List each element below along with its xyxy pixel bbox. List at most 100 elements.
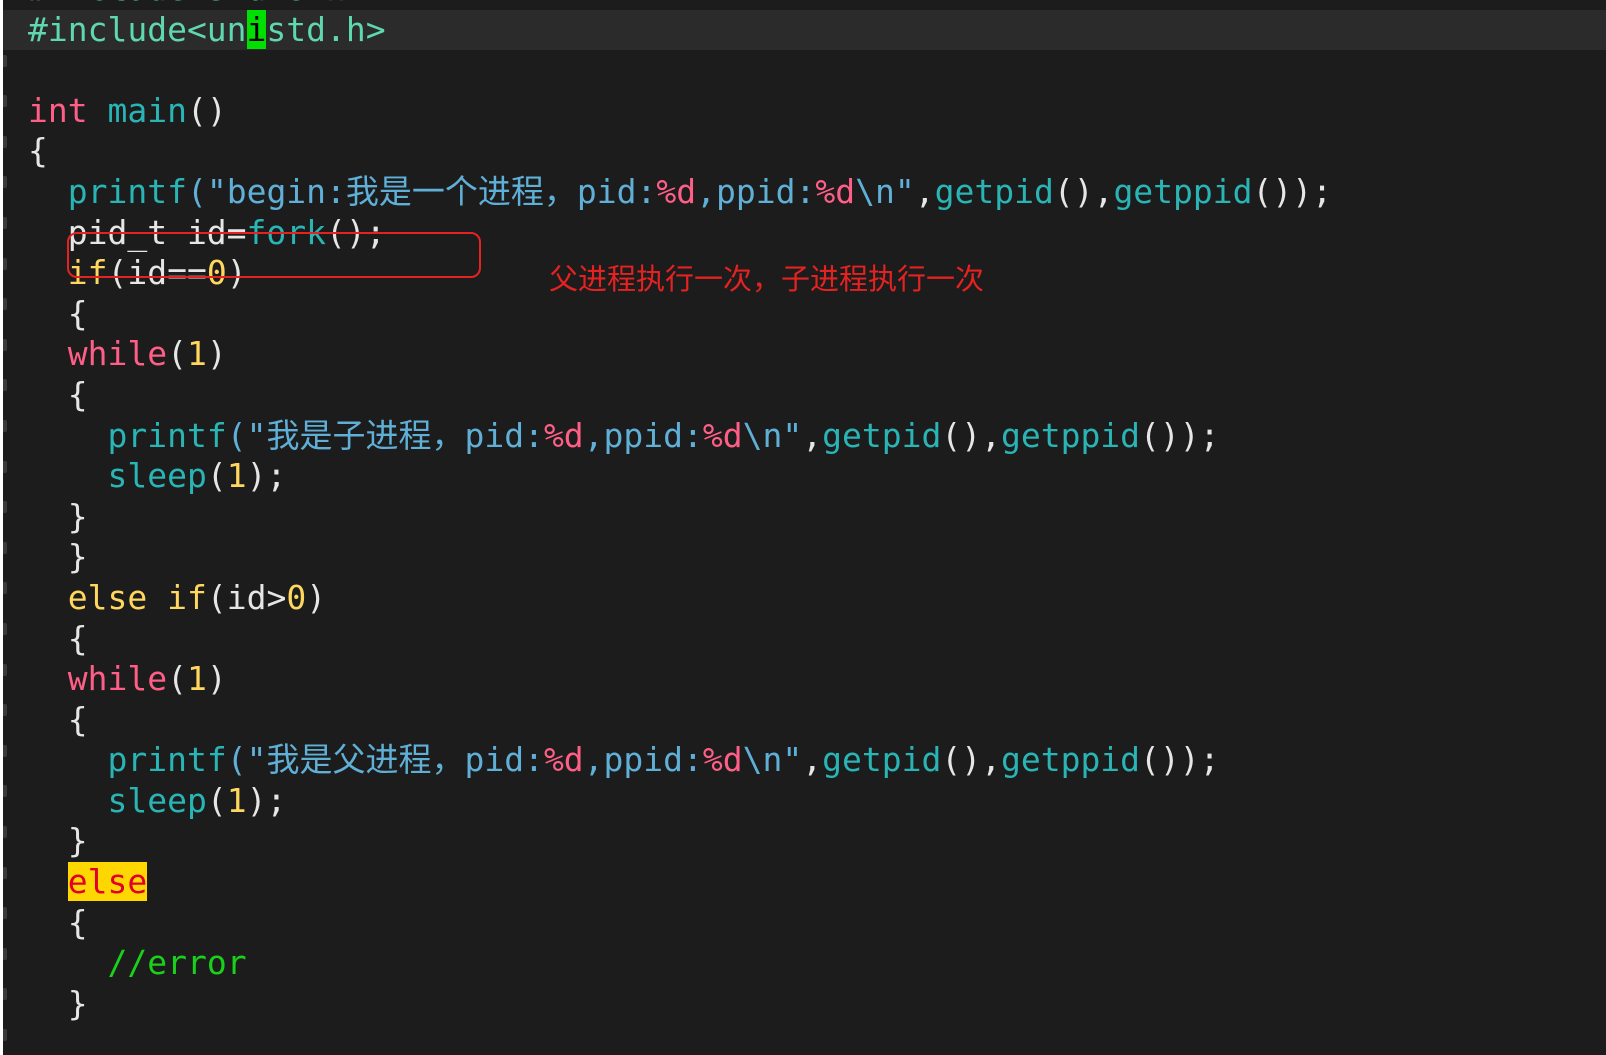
code-token: getppid [1000,740,1141,780]
code-token: %d [702,740,743,780]
code-token: pid: [464,740,544,780]
code-token: printf [67,171,187,211]
code-token: , [802,415,823,455]
code-token: 1 [226,456,247,496]
code-token: pid_t id= [28,212,247,252]
code-token: 我是子进程， [266,415,465,455]
code-token: } [28,537,88,577]
code-line[interactable]: pid_t id=fork(); [3,213,1606,254]
code-line[interactable]: else [3,862,1606,903]
code-token: (id> [206,577,287,617]
code-line[interactable]: sleep(1); [3,781,1606,822]
code-token: getpid [822,415,942,455]
code-line[interactable]: while(1) [3,334,1606,375]
code-token: fork [246,212,327,252]
search-match: else [67,862,148,902]
code-token: ); [246,780,287,820]
code-token: printf [107,415,227,455]
code-token: \n" [855,171,915,211]
code-token: %d [815,171,856,211]
text-cursor: i [246,9,267,49]
code-line[interactable]: //error [3,943,1606,984]
code-line[interactable]: int main() [3,91,1606,132]
code-token: { [28,618,88,658]
code-line[interactable]: #include<unistd.h> [3,9,1606,51]
code-line[interactable]: printf("begin:我是一个进程，pid:%d,ppid:%d\n",g… [3,172,1606,213]
screenshot: #include<stdio.h>#include<unistd.h> int … [0,0,1606,1055]
code-line[interactable]: { [3,619,1606,660]
code-line[interactable]: { [3,700,1606,741]
code-token: ) [306,577,327,617]
code-token: , [802,740,823,780]
code-token: ) [206,334,227,374]
code-token: //error [107,943,247,983]
code-line[interactable] [3,50,1606,91]
code-line[interactable]: printf("我是子进程，pid:%d,ppid:%d\n",getpid()… [3,416,1606,457]
code-token: printf [107,740,227,780]
code-token: (id== [107,253,207,293]
code-token: (), [941,415,1001,455]
code-token: sleep [107,780,207,820]
code-token: ( [167,334,187,374]
code-token: () [186,90,227,130]
code-line[interactable]: } [3,537,1606,578]
code-token: ,ppid: [583,740,703,780]
code-token: ,ppid: [583,415,703,455]
code-token: getppid [1113,171,1253,211]
code-token: ) [226,253,247,293]
code-line[interactable]: } [3,984,1606,1025]
code-token: } [28,821,88,861]
code-token: 0 [286,577,307,617]
code-token: main [107,90,187,130]
code-token: } [28,496,88,536]
code-line[interactable]: { [3,375,1606,416]
code-line[interactable]: else if(id>0) [3,578,1606,619]
code-line[interactable]: } [3,821,1606,862]
code-token: std.h> [266,9,386,49]
code-token: (" [226,415,267,455]
code-token: %d [543,415,584,455]
code-line[interactable]: printf("我是父进程，pid:%d,ppid:%d\n",getpid()… [3,740,1606,781]
code-token: { [28,374,88,414]
code-token: 我是父进程， [266,740,465,780]
code-token: \n" [742,740,803,780]
code-token: #include<stdio.h> [28,0,366,8]
code-token: if [167,577,207,617]
code-token: %d [702,415,743,455]
code-token: pid: [576,171,657,211]
code-line[interactable]: #include<stdio.h> [3,0,1606,10]
code-token: ("begin: [186,171,346,211]
code-token: (); [326,212,386,252]
vim-editor[interactable]: #include<stdio.h>#include<unistd.h> int … [3,0,1606,1055]
code-line[interactable]: sleep(1); [3,456,1606,497]
code-token: if [67,253,108,293]
code-line[interactable]: while(1) [3,659,1606,700]
code-token: { [28,293,88,333]
code-line[interactable]: { [3,903,1606,944]
gutter-mark [3,1029,7,1041]
code-token: getppid [1000,415,1141,455]
code-token: (), [1053,171,1114,211]
code-token: ()); [1252,171,1332,211]
code-line[interactable]: { [3,131,1606,172]
code-token: { [28,131,48,171]
code-token: (" [226,740,267,780]
code-line[interactable]: } [3,497,1606,538]
code-area[interactable]: #include<stdio.h>#include<unistd.h> int … [3,0,1606,1024]
code-line[interactable]: { [3,294,1606,335]
code-token: while [67,659,168,699]
code-token: pid: [464,415,544,455]
code-token: #include<un [28,9,247,49]
code-token: } [28,983,88,1023]
code-token: int [28,90,88,130]
